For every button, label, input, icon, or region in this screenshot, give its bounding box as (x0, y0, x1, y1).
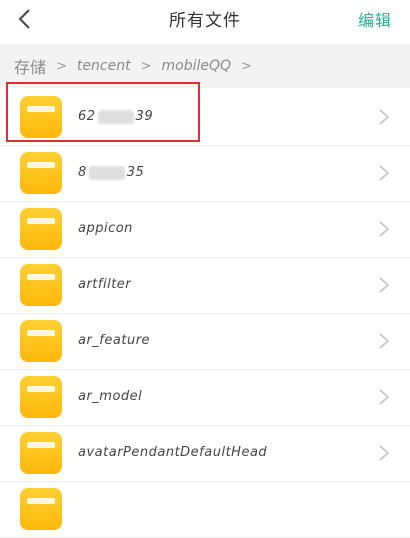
file-list: 62 39 8 35 appicon artfilter ar_feature ar… (0, 90, 410, 538)
file-name: artfilter (78, 277, 132, 292)
list-item[interactable] (0, 482, 410, 538)
breadcrumb-separator: > (241, 58, 252, 74)
chevron-right-icon (379, 445, 390, 461)
list-item[interactable]: appicon (0, 202, 410, 258)
list-item[interactable]: ar_feature (0, 314, 410, 370)
file-name: ar_feature (78, 333, 151, 348)
folder-icon (20, 376, 62, 418)
chevron-right-icon (379, 333, 390, 349)
list-item[interactable]: 8 35 (0, 146, 410, 202)
list-item[interactable]: ar_model (0, 370, 410, 426)
breadcrumb-separator: > (140, 58, 152, 74)
file-name: ar_model (78, 389, 143, 404)
chevron-right-icon (379, 389, 390, 405)
edit-button[interactable]: 编辑 (358, 7, 392, 31)
file-name: 62 39 (78, 109, 154, 124)
file-name: appicon (78, 221, 133, 236)
file-name: avatarPendantDefaultHead (78, 445, 268, 460)
chevron-right-icon (379, 277, 390, 293)
header-bar: 所有文件 编辑 (0, 0, 410, 38)
list-item[interactable]: 62 39 (0, 90, 410, 146)
list-item[interactable]: artfilter (0, 258, 410, 314)
breadcrumb-item-mobileqq[interactable]: mobileQQ (151, 58, 231, 74)
breadcrumb: 存储 > tencent > mobileQQ > (0, 44, 410, 88)
redacted-mask (88, 165, 125, 180)
folder-icon (20, 432, 62, 474)
list-item[interactable]: avatarPendantDefaultHead (0, 426, 410, 482)
chevron-right-icon (379, 109, 390, 125)
breadcrumb-separator: > (56, 58, 67, 74)
chevron-right-icon (379, 165, 390, 181)
folder-icon (20, 264, 62, 306)
page-title: 所有文件 (169, 11, 241, 31)
file-name: 8 35 (78, 165, 145, 180)
folder-icon (20, 488, 62, 530)
redacted-mask (97, 109, 134, 124)
chevron-right-icon (379, 221, 390, 237)
folder-icon (20, 208, 62, 250)
folder-icon (20, 320, 62, 362)
breadcrumb-item-tencent[interactable]: tencent (67, 58, 131, 74)
folder-icon (20, 152, 62, 194)
breadcrumb-root[interactable]: 存储 (0, 54, 46, 78)
folder-icon (20, 96, 62, 138)
